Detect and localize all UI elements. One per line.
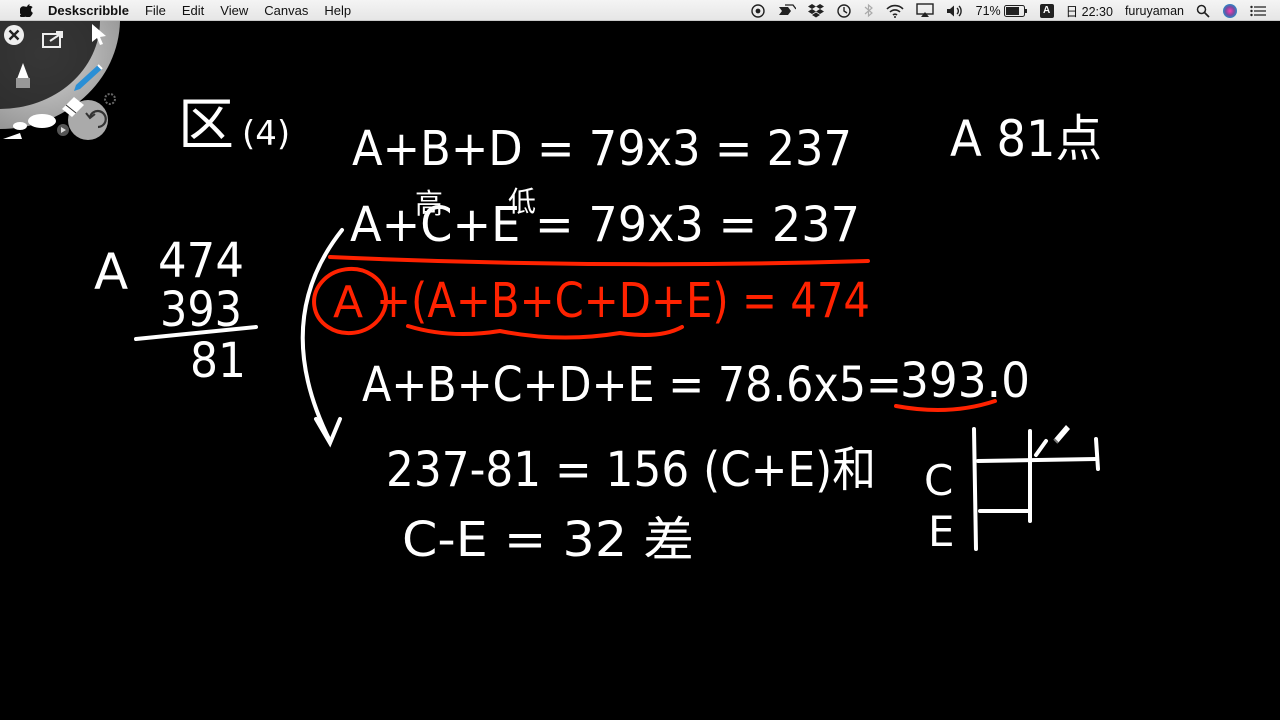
battery-icon[interactable]: [1003, 4, 1028, 17]
input-source-icon[interactable]: A: [1039, 3, 1054, 18]
diagram-axis: [972, 427, 978, 551]
menu-bar: Deskscribble File Edit View Canvas Help: [0, 0, 1280, 21]
airplay-icon[interactable]: [915, 3, 934, 18]
pen-cursor-icon: [1053, 425, 1070, 444]
wifi-icon[interactable]: [886, 4, 904, 18]
problem-number: (4): [242, 114, 290, 154]
notification-center-icon[interactable]: [1250, 5, 1266, 17]
equation-3: +(A+B+C+D+E) = 474: [376, 273, 870, 329]
calc-top: 474: [158, 233, 244, 289]
menu-canvas[interactable]: Canvas: [256, 0, 316, 21]
equation-4-result: 393.0: [900, 353, 1030, 409]
problem-label: 区: [178, 93, 234, 158]
equation-5: 237-81 = 156 (C+E)和: [386, 442, 876, 498]
equation-4: A+B+C+D+E = 78.6x5=: [362, 357, 902, 413]
curved-arrow-head: [314, 417, 342, 448]
user-name[interactable]: furuyaman: [1125, 4, 1184, 18]
diagram-bar-c: [976, 457, 1098, 463]
curved-arrow: [300, 228, 344, 443]
drawing-canvas[interactable]: 区 (4) A+B+D = 79x3 = 237 A 81点 高 低 A+C+E…: [0, 21, 1280, 720]
volume-icon[interactable]: [946, 4, 964, 18]
answer-text: A 81点: [950, 110, 1102, 168]
equation-3-circled: A: [333, 277, 363, 328]
equation-1: A+B+D = 79x3 = 237: [352, 121, 852, 177]
diagram-tick: [1034, 439, 1048, 457]
menu-help[interactable]: Help: [316, 0, 359, 21]
clock[interactable]: 日 22:30: [1066, 1, 1113, 20]
menu-view[interactable]: View: [212, 0, 256, 21]
diagram-bar-c-end: [1094, 437, 1100, 471]
calc-a: A: [94, 243, 128, 301]
equation-6: C-E = 32 差: [402, 512, 694, 568]
spotlight-search-icon[interactable]: [1196, 4, 1210, 18]
calc-bottom: 81: [190, 333, 246, 389]
screen-record-icon[interactable]: [750, 3, 766, 19]
battery-percent: 71%: [975, 3, 1001, 18]
apple-icon[interactable]: [20, 3, 34, 17]
equation-2: A+C+E = 79x3 = 237: [350, 197, 860, 253]
time-machine-icon[interactable]: [836, 3, 852, 19]
dropbox-icon[interactable]: [807, 3, 824, 18]
diagram-label-c: C: [924, 456, 953, 505]
siri-icon[interactable]: [1222, 3, 1238, 19]
menu-file[interactable]: File: [137, 0, 174, 21]
app-switcher-icon[interactable]: [778, 3, 796, 18]
bluetooth-icon[interactable]: [864, 3, 874, 18]
app-menu[interactable]: Deskscribble: [48, 0, 137, 21]
menu-edit[interactable]: Edit: [174, 0, 212, 21]
diagram-label-e: E: [928, 507, 955, 556]
